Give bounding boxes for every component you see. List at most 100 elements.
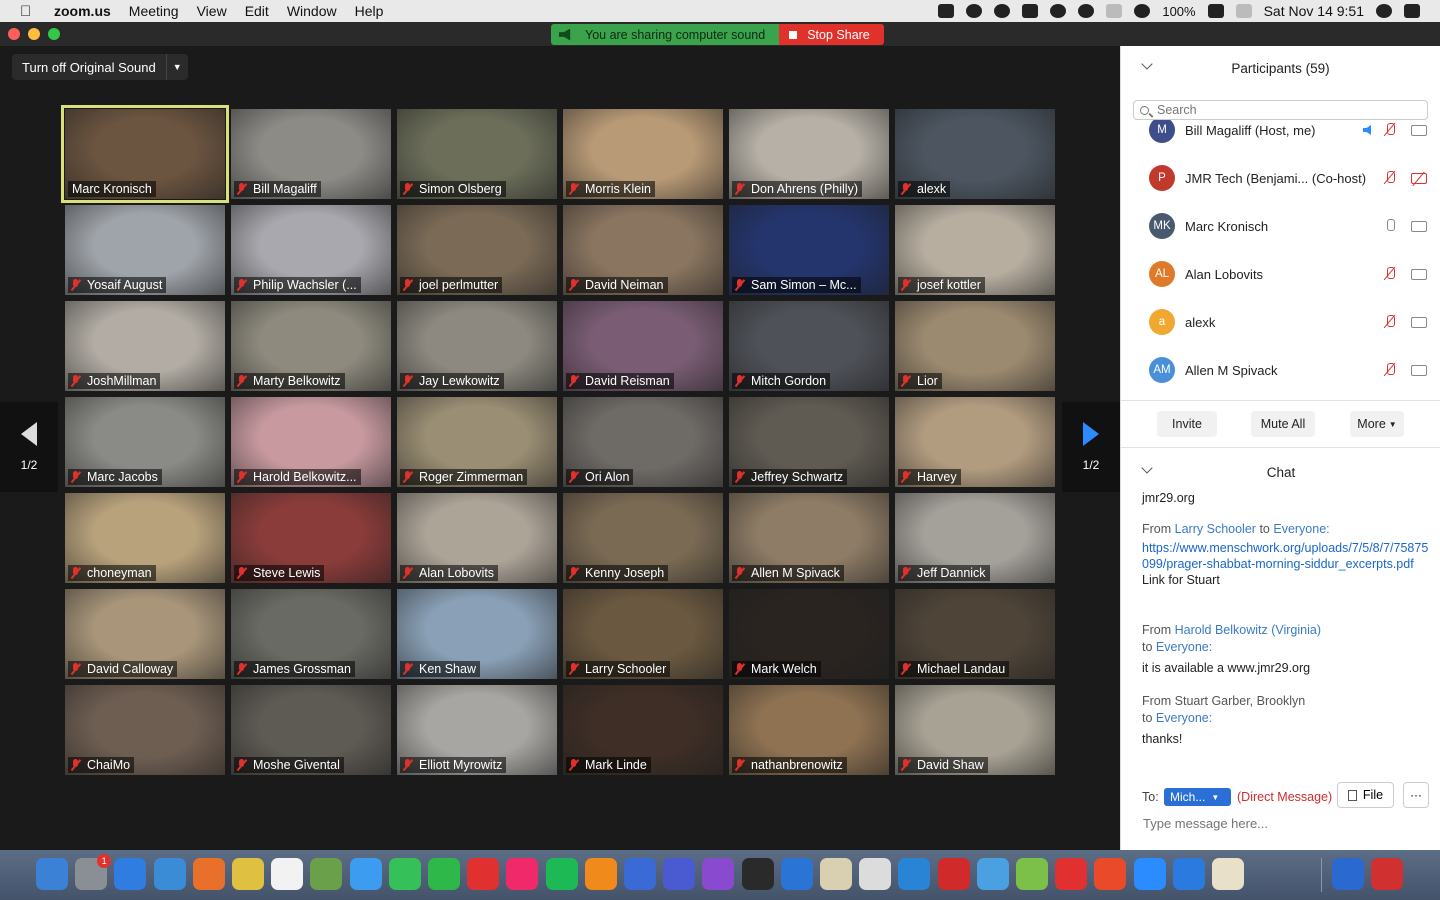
dock-app-icon[interactable] bbox=[859, 858, 892, 890]
wifi-icon[interactable] bbox=[1134, 4, 1151, 18]
menu-app-name[interactable]: zoom.us bbox=[54, 3, 111, 19]
zoom-window-button[interactable] bbox=[48, 28, 60, 40]
dock-app-icon[interactable] bbox=[702, 858, 735, 890]
video-tile[interactable]: Yosaif August bbox=[65, 205, 225, 295]
video-tile[interactable]: David Neiman bbox=[563, 205, 723, 295]
dock-app-icon[interactable] bbox=[349, 858, 382, 890]
camera-icon[interactable] bbox=[1411, 364, 1427, 376]
camera-icon[interactable] bbox=[1411, 124, 1427, 136]
video-tile[interactable]: Marc Jacobs bbox=[65, 397, 225, 487]
participants-search-input[interactable]: Search bbox=[1133, 100, 1428, 120]
dock-app-icon[interactable] bbox=[820, 858, 852, 890]
mute-all-button[interactable]: Mute All bbox=[1251, 411, 1315, 437]
video-tile[interactable]: Elliott Myrowitz bbox=[397, 685, 557, 775]
minimize-window-button[interactable] bbox=[28, 28, 40, 40]
original-sound-dropdown-icon[interactable]: ▼ bbox=[165, 54, 188, 80]
video-tile[interactable]: Steve Lewis bbox=[231, 493, 391, 583]
video-tile[interactable]: Morris Klein bbox=[563, 109, 723, 199]
chat-sender[interactable]: Larry Schooler bbox=[1175, 522, 1256, 536]
video-tile[interactable]: Harvey bbox=[895, 397, 1055, 487]
dock-app-icon[interactable] bbox=[584, 858, 617, 890]
participant-row[interactable]: MK Marc Kronisch bbox=[1121, 202, 1440, 250]
mic-muted-icon[interactable] bbox=[1383, 122, 1397, 138]
dock-app-icon[interactable] bbox=[624, 858, 656, 890]
video-tile[interactable]: David Reisman bbox=[563, 301, 723, 391]
menu-view[interactable]: View bbox=[197, 3, 227, 19]
participant-row[interactable]: a alexk bbox=[1121, 298, 1440, 346]
dock-app-icon[interactable] bbox=[937, 858, 970, 890]
next-page-button[interactable]: 1/2 bbox=[1062, 402, 1120, 492]
dock-app-icon[interactable] bbox=[310, 858, 343, 890]
clock[interactable]: Sat Nov 14 9:51 bbox=[1264, 3, 1364, 19]
s-app-icon[interactable] bbox=[1022, 4, 1039, 18]
dock-app-icon[interactable] bbox=[741, 858, 774, 890]
video-tile[interactable]: Don Ahrens (Philly) bbox=[729, 109, 889, 199]
video-tile[interactable]: joel perlmutter bbox=[397, 205, 557, 295]
recipient-select[interactable]: Mich... ▼ bbox=[1164, 788, 1231, 806]
original-sound-button[interactable]: Turn off Original Sound ▼ bbox=[12, 54, 188, 80]
video-tile[interactable]: Marty Belkowitz bbox=[231, 301, 391, 391]
invite-button[interactable]: Invite bbox=[1157, 411, 1217, 437]
dock-app-icon[interactable] bbox=[545, 858, 578, 890]
video-tile[interactable]: David Calloway bbox=[65, 589, 225, 679]
time-machine-icon[interactable] bbox=[1078, 4, 1095, 18]
video-tile[interactable]: ChaiMo bbox=[65, 685, 225, 775]
video-tile[interactable]: JoshMillman bbox=[65, 301, 225, 391]
video-tile[interactable]: Lior bbox=[895, 301, 1055, 391]
video-tile[interactable]: Ori Alon bbox=[563, 397, 723, 487]
dock-app-icon[interactable] bbox=[1212, 858, 1244, 890]
video-tile[interactable]: Jeff Dannick bbox=[895, 493, 1055, 583]
menu-edit[interactable]: Edit bbox=[245, 3, 269, 19]
video-tile[interactable]: josef kottler bbox=[895, 205, 1055, 295]
mic-muted-icon[interactable] bbox=[1383, 314, 1397, 330]
video-tile[interactable]: Allen M Spivack bbox=[729, 493, 889, 583]
mic-muted-icon[interactable] bbox=[1383, 170, 1397, 186]
dock-app-icon[interactable] bbox=[1172, 858, 1205, 890]
dock-app-icon[interactable] bbox=[780, 858, 813, 890]
video-tile[interactable]: Mark Linde bbox=[563, 685, 723, 775]
dock-app-icon[interactable] bbox=[1133, 858, 1166, 890]
menu-meeting[interactable]: Meeting bbox=[129, 3, 179, 19]
video-tile[interactable]: Larry Schooler bbox=[563, 589, 723, 679]
video-tile[interactable]: Mark Welch bbox=[729, 589, 889, 679]
participant-row[interactable]: P JMR Tech (Benjami... (Co-host) bbox=[1121, 154, 1440, 202]
mic-icon[interactable] bbox=[1383, 218, 1397, 234]
mic-muted-icon[interactable] bbox=[1383, 266, 1397, 282]
zoom-status-icon[interactable] bbox=[938, 4, 955, 18]
chat-link[interactable]: https://www.menschwork.org/uploads/7/5/8… bbox=[1142, 540, 1432, 572]
video-tile[interactable]: nathanbrenowitz bbox=[729, 685, 889, 775]
dock-app-icon[interactable] bbox=[428, 858, 460, 890]
video-tile[interactable]: Mitch Gordon bbox=[729, 301, 889, 391]
dock-app-icon[interactable] bbox=[1055, 858, 1088, 890]
cloud-icon[interactable] bbox=[994, 4, 1011, 18]
bluetooth-icon[interactable] bbox=[1106, 4, 1123, 18]
collapse-participants-icon[interactable] bbox=[1141, 58, 1153, 70]
dock-app-icon[interactable] bbox=[1371, 858, 1403, 890]
battery-icon[interactable] bbox=[1207, 4, 1224, 18]
dock-app-icon[interactable] bbox=[388, 858, 421, 890]
video-tile[interactable]: Kenny Joseph bbox=[563, 493, 723, 583]
camera-icon[interactable] bbox=[1411, 316, 1427, 328]
apple-menu-icon[interactable]:  bbox=[20, 3, 38, 20]
dock-app-icon[interactable] bbox=[153, 858, 186, 890]
participant-row[interactable]: AL Alan Lobovits bbox=[1121, 250, 1440, 298]
dock-app-icon[interactable] bbox=[898, 858, 931, 890]
video-tile[interactable]: Ken Shaw bbox=[397, 589, 557, 679]
dock-app-icon[interactable] bbox=[36, 858, 68, 890]
video-tile[interactable]: Alan Lobovits bbox=[397, 493, 557, 583]
video-tile[interactable]: Jeffrey Schwartz bbox=[729, 397, 889, 487]
video-tile[interactable]: Roger Zimmerman bbox=[397, 397, 557, 487]
dock-app-icon[interactable] bbox=[114, 858, 147, 890]
dock-app-icon[interactable] bbox=[1332, 858, 1364, 890]
cloud-upload-icon[interactable] bbox=[1050, 4, 1067, 18]
video-tile[interactable]: Moshe Givental bbox=[231, 685, 391, 775]
camera-icon[interactable] bbox=[1411, 220, 1427, 232]
menu-help[interactable]: Help bbox=[355, 3, 384, 19]
video-tile[interactable]: David Shaw bbox=[895, 685, 1055, 775]
video-tile[interactable]: James Grossman bbox=[231, 589, 391, 679]
chat-message-input[interactable] bbox=[1143, 816, 1423, 831]
close-window-button[interactable] bbox=[8, 28, 20, 40]
dock-app-icon[interactable] bbox=[232, 858, 264, 890]
dock-app-icon[interactable] bbox=[976, 858, 1009, 890]
dock-app-icon[interactable] bbox=[271, 858, 304, 890]
